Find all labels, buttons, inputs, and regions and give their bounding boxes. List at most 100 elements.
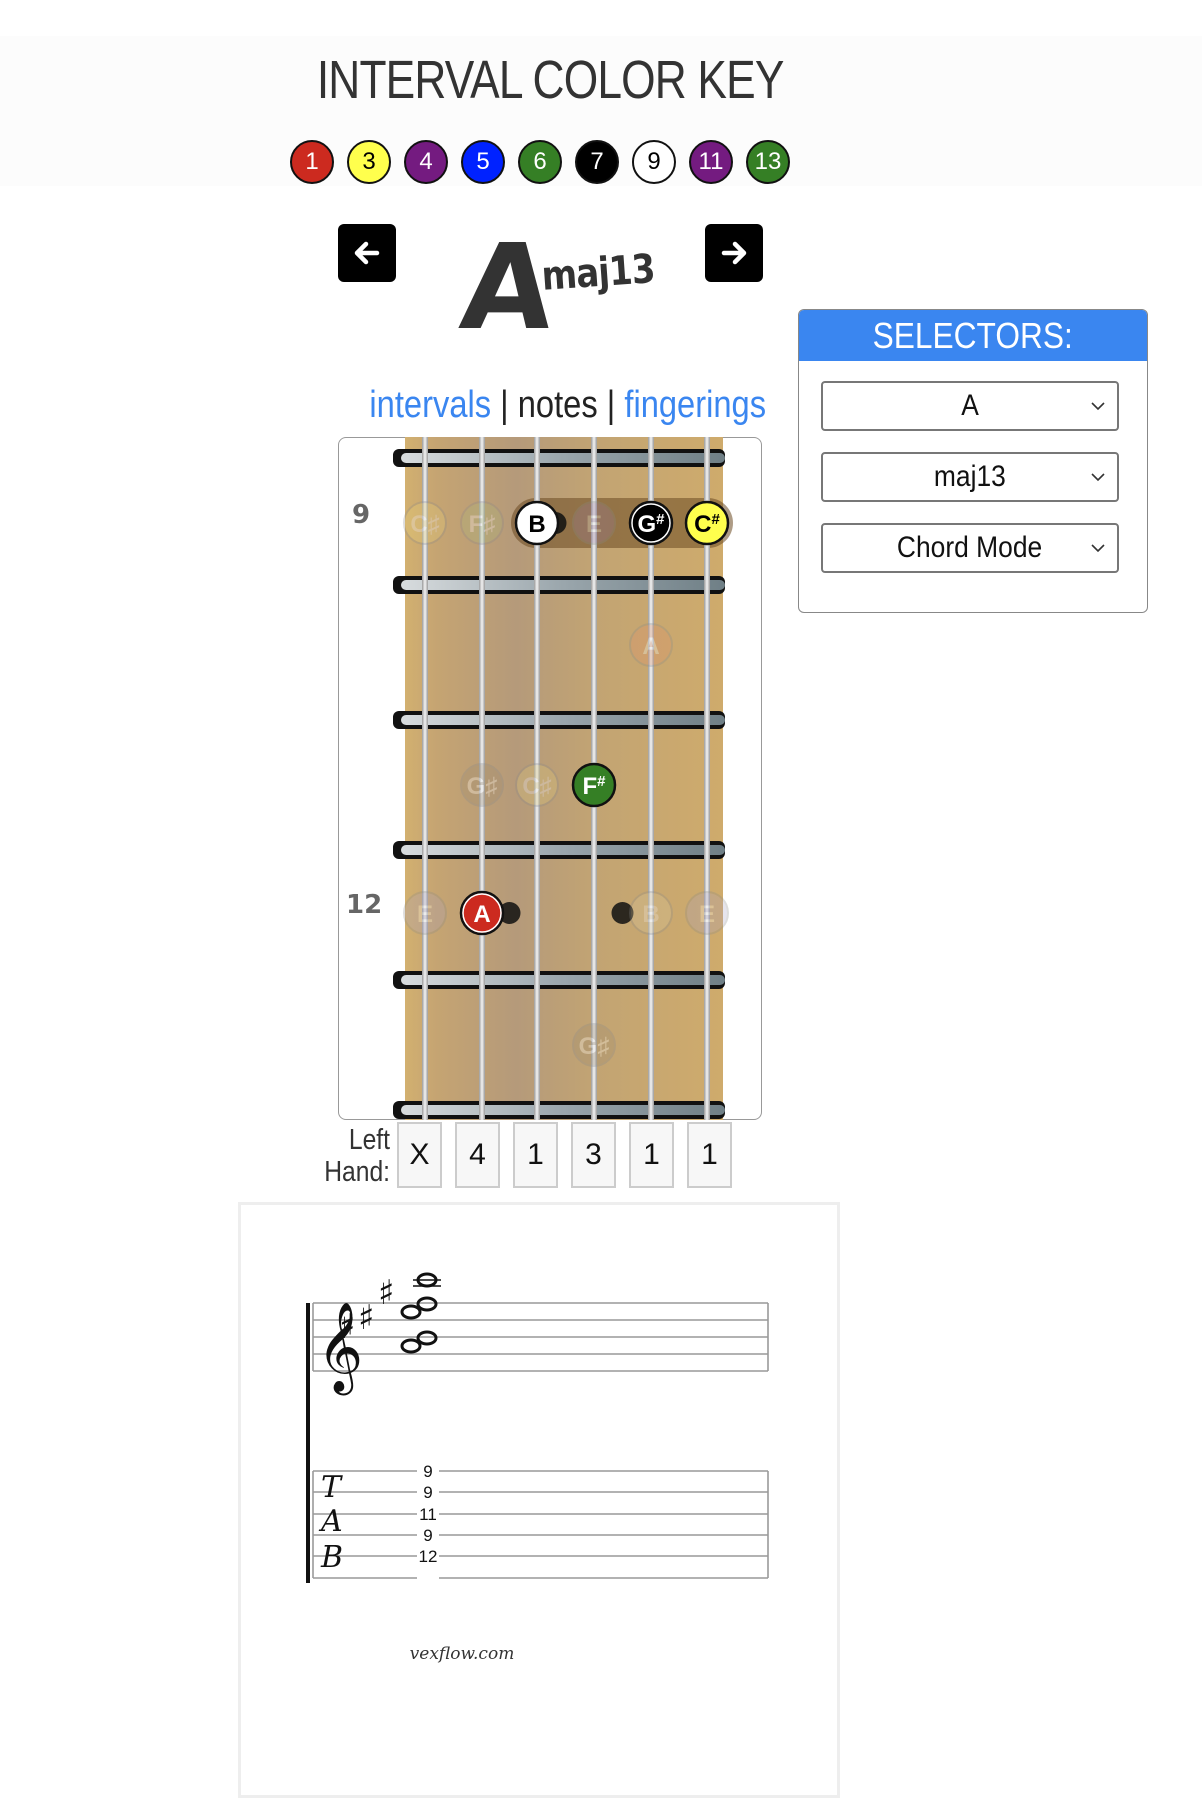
root-note-select[interactable]: A bbox=[821, 381, 1119, 431]
color-key-row: 1 3 4 5 6 7 9 11 13 bbox=[290, 140, 790, 188]
mode-value: Chord Mode bbox=[897, 531, 1043, 564]
ghost-note-c-sharp: C♯ bbox=[403, 501, 447, 545]
next-chord-button[interactable] bbox=[705, 224, 763, 282]
chord-note-f-sharp: F# bbox=[571, 762, 617, 808]
tab-fret-number: 11 bbox=[419, 1505, 437, 1524]
svg-text:B: B bbox=[528, 511, 545, 538]
vexflow-credit: vexflow.com bbox=[410, 1644, 515, 1664]
selectors-panel: SELECTORS: A maj13 Chord Mode bbox=[798, 309, 1148, 613]
svg-text:B: B bbox=[642, 901, 659, 928]
tab-intervals[interactable]: intervals bbox=[369, 384, 491, 426]
interval-key-7: 7 bbox=[575, 140, 619, 184]
chord-type-value: maj13 bbox=[934, 460, 1006, 493]
view-tabs: intervals | notes | fingerings bbox=[369, 380, 766, 430]
tab-separator: | bbox=[606, 384, 616, 426]
svg-text:E: E bbox=[586, 511, 602, 538]
interval-key-4: 4 bbox=[404, 140, 448, 184]
fret-wire-metal bbox=[401, 975, 725, 985]
svg-text:E: E bbox=[699, 901, 715, 928]
interval-key-13: 13 bbox=[746, 140, 790, 184]
chevron-down-icon bbox=[1091, 544, 1105, 553]
ghost-note-g-sharp: G♯ bbox=[572, 1023, 616, 1067]
ghost-note-e: E bbox=[403, 891, 447, 935]
tab-staff bbox=[312, 1470, 769, 1579]
chord-note-c-sharp: C# bbox=[684, 500, 730, 546]
interval-key-5: 5 bbox=[461, 140, 505, 184]
finger-box-string-5: 1 bbox=[629, 1122, 674, 1188]
finger-box-string-3: 1 bbox=[513, 1122, 558, 1188]
chord-quality-name: maj13 bbox=[540, 246, 657, 300]
finger-box-string-2: 4 bbox=[455, 1122, 500, 1188]
previous-chord-button[interactable] bbox=[338, 224, 396, 282]
root-note-value: A bbox=[961, 389, 979, 422]
sharp-icon: ♯ bbox=[339, 1307, 355, 1347]
notation-panel: 𝄞 ♯ ♯ ♯ T A B 9 9 11 9 12 vexflow.com bbox=[238, 1202, 840, 1798]
left-hand-label-line2: Hand: bbox=[324, 1156, 390, 1188]
selectors-title: SELECTORS: bbox=[872, 315, 1074, 356]
svg-text:A: A bbox=[473, 901, 490, 928]
fret-number-label: 9 bbox=[352, 500, 371, 530]
sharp-icon: ♯ bbox=[358, 1298, 374, 1338]
finger-box-string-6: 1 bbox=[687, 1122, 732, 1188]
fret-wire-metal bbox=[401, 715, 725, 725]
ghost-note-e: E bbox=[685, 891, 729, 935]
tab-separator: | bbox=[500, 384, 509, 426]
tab-clef-a: A bbox=[318, 1504, 343, 1539]
selectors-header: SELECTORS: bbox=[799, 310, 1147, 361]
ghost-note-e: E bbox=[572, 501, 616, 545]
color-key-title: INTERVAL COLOR KEY bbox=[316, 50, 785, 110]
arrow-left-icon bbox=[354, 241, 380, 265]
fretboard: C♯ F♯ E A G♯ C♯ E B E G♯ B G# C# F# A bbox=[393, 437, 733, 1120]
fret-number-label: 12 bbox=[346, 890, 383, 920]
ghost-note-b: B bbox=[629, 891, 673, 935]
interval-key-11: 11 bbox=[689, 140, 733, 184]
mode-select[interactable]: Chord Mode bbox=[821, 523, 1119, 573]
tab-notes[interactable]: notes bbox=[518, 384, 598, 426]
ghost-note-a: A bbox=[629, 623, 673, 667]
sharp-icon: ♯ bbox=[378, 1273, 394, 1313]
fret-wire-metal bbox=[401, 580, 725, 590]
key-signature: ♯ ♯ ♯ bbox=[339, 1273, 394, 1347]
svg-text:G♯: G♯ bbox=[579, 1033, 610, 1060]
tab-fingerings[interactable]: fingerings bbox=[624, 384, 766, 426]
finger-box-string-4: 3 bbox=[571, 1122, 616, 1188]
svg-text:C♯: C♯ bbox=[522, 773, 551, 800]
tab-fret-number: 12 bbox=[419, 1547, 438, 1566]
tab-clef: T A B bbox=[318, 1470, 343, 1575]
whole-note bbox=[400, 1304, 422, 1320]
fret-wire-metal bbox=[401, 845, 725, 855]
tab-fret-number: 9 bbox=[423, 1483, 432, 1502]
left-hand-label-line1: Left bbox=[348, 1124, 390, 1156]
chevron-down-icon bbox=[1091, 473, 1105, 482]
svg-text:C♯: C♯ bbox=[410, 511, 439, 538]
tab-fret-number: 9 bbox=[423, 1462, 432, 1481]
interval-key-1: 1 bbox=[290, 140, 334, 184]
treble-staff bbox=[312, 1302, 769, 1372]
finger-box-string-1: X bbox=[397, 1122, 442, 1188]
chevron-down-icon bbox=[1091, 402, 1105, 411]
tab-clef-t: T bbox=[321, 1470, 343, 1505]
tab-clef-b: B bbox=[320, 1540, 343, 1575]
arrow-right-icon bbox=[721, 241, 747, 265]
svg-text:F♯: F♯ bbox=[469, 511, 496, 538]
chord-note-a: A bbox=[459, 890, 505, 936]
tab-fret-number: 9 bbox=[423, 1526, 432, 1545]
svg-text:G♯: G♯ bbox=[467, 773, 498, 800]
chord-note-g-sharp: G# bbox=[628, 500, 674, 546]
interval-key-6: 6 bbox=[518, 140, 562, 184]
fret-wire-metal bbox=[401, 453, 725, 463]
chord-type-select[interactable]: maj13 bbox=[821, 452, 1119, 502]
ghost-note-f-sharp: F♯ bbox=[460, 501, 504, 545]
whole-note bbox=[416, 1296, 438, 1312]
fret-wire-metal bbox=[401, 1105, 725, 1115]
ghost-note-g-sharp: G♯ bbox=[460, 763, 504, 807]
ghost-note-c-sharp: C♯ bbox=[515, 763, 559, 807]
interval-key-9: 9 bbox=[632, 140, 676, 184]
svg-text:E: E bbox=[417, 901, 433, 928]
system-barline bbox=[306, 1303, 310, 1583]
chord-note-b: B bbox=[514, 500, 560, 546]
interval-key-3: 3 bbox=[347, 140, 391, 184]
whole-note bbox=[416, 1330, 438, 1346]
svg-text:A: A bbox=[642, 633, 659, 660]
whole-note bbox=[400, 1338, 422, 1354]
